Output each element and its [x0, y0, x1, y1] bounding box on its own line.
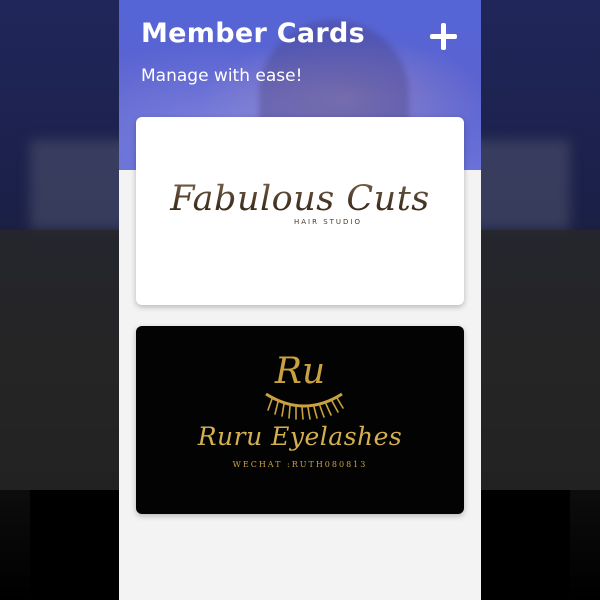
member-card-fabulous-cuts[interactable]: Fabulous Cuts HAIR STUDIO [136, 117, 464, 305]
card-brand-tagline: HAIR STUDIO [294, 218, 363, 226]
card-brand-tagline: WECHAT :RUTH080813 [232, 460, 368, 469]
card-brand-name: Fabulous Cuts [136, 179, 464, 219]
card-brand-name: Ruru Eyelashes [197, 422, 403, 451]
add-card-button[interactable] [424, 18, 464, 58]
page-title: Member Cards [141, 18, 366, 49]
member-card-ruru-eyelashes[interactable]: Ru Ruru Eyelashes WECHAT :RUTH080813 [136, 326, 464, 514]
card-brand-monogram: Ru [274, 351, 326, 392]
app-screen: Member Cards Manage with ease! Fabulous … [119, 0, 481, 600]
page-subtitle: Manage with ease! [141, 66, 303, 86]
eyelash-icon [265, 392, 344, 420]
